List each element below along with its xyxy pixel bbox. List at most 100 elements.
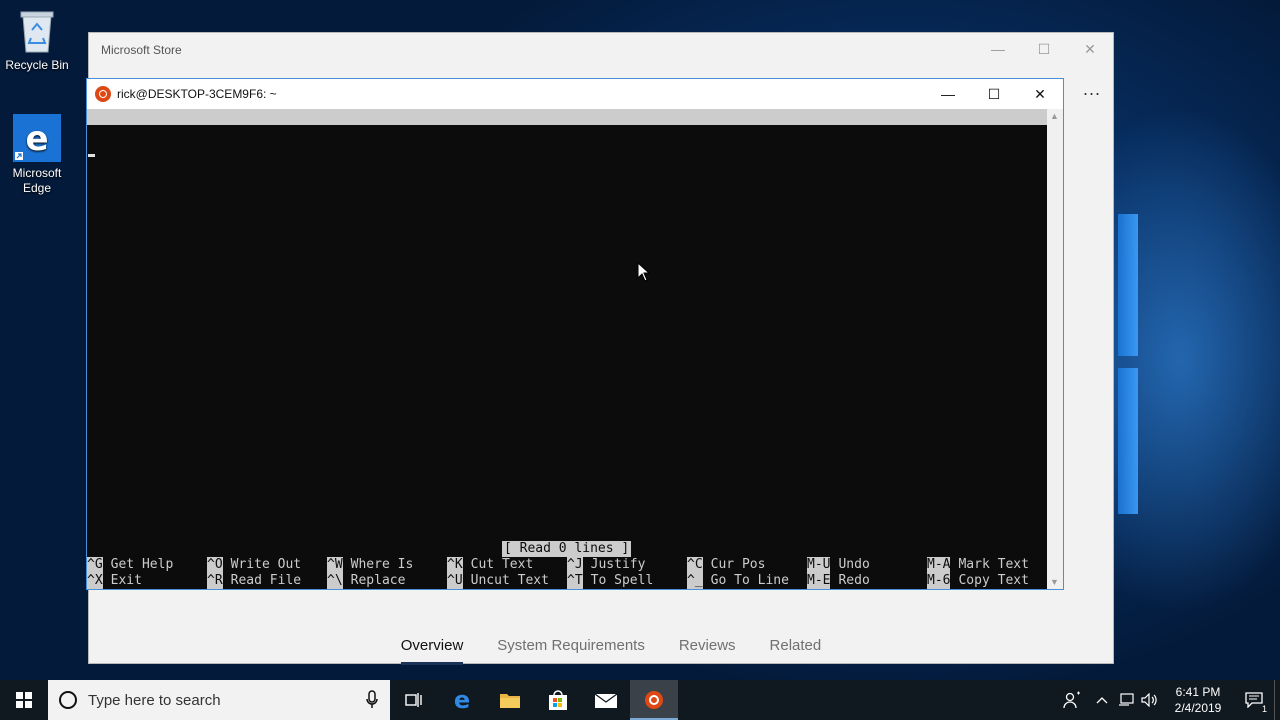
show-desktop-button[interactable] [1274,680,1280,720]
terminal-screen[interactable]: GNU nano 2.9.3 test [ Read 0 lines ] ^G G… [87,109,1047,589]
terminal-maximize-button[interactable]: ☐ [971,79,1017,109]
shortcut-get-help: ^G Get Help [87,557,173,573]
cortana-icon [59,691,77,709]
shortcut-justify: ^J Justify [567,557,645,573]
shortcut-replace: ^\ Replace [327,573,405,589]
shortcut-label: Exit [110,573,142,588]
shortcut-label: Mark Text [958,557,1029,572]
store-titlebar[interactable]: Microsoft Store [89,33,1113,67]
mail-icon [594,693,618,708]
show-hidden-icons-chevron-icon[interactable] [1090,680,1114,720]
folder-icon [500,694,520,708]
taskbar-clock[interactable]: 6:41 PM 2/4/2019 [1162,684,1234,716]
wallpaper-logo-pane-bottom [1118,368,1138,514]
clock-time: 6:41 PM [1175,685,1221,699]
shortcut-uncut-text: ^U Uncut Text [447,573,549,589]
shortcut-key: ^U [447,573,463,589]
desktop-icon-edge[interactable]: e Microsoft Edge [0,114,74,196]
edge-icon: e [454,689,470,711]
start-button[interactable] [0,680,48,720]
taskbar-file-explorer-button[interactable] [486,680,534,720]
shortcut-label: Replace [350,573,406,588]
shortcut-key: ^C [687,557,703,573]
people-icon[interactable] [1054,680,1090,720]
svg-text:e: e [25,119,48,159]
shortcut-label: Redo [838,573,870,588]
task-view-icon [405,693,422,707]
terminal-minimize-button[interactable]: — [925,79,971,109]
recycle-bin-label: Recycle Bin [5,58,69,72]
shortcut-key: M-A [927,557,951,573]
terminal-window-controls: — ☐ ✕ [925,79,1063,109]
shortcut-key: ^G [87,557,103,573]
store-maximize-button[interactable]: ☐ [1021,33,1067,65]
shortcut-key: M-6 [927,573,951,589]
shortcut-key: M-U [807,557,831,573]
edge-label: Microsoft Edge [12,166,62,195]
shortcut-label: Cur Pos [710,557,766,572]
shortcut-label: Undo [838,557,870,572]
action-center-button[interactable]: 1 [1234,680,1274,720]
shortcut-to-spell: ^T To Spell [567,573,653,589]
tab-related[interactable]: Related [770,629,822,665]
taskbar-store-button[interactable] [534,680,582,720]
terminal-title: rick@DESKTOP-3CEM9F6: ~ [117,87,277,101]
shortcut-go-to-line: ^_ Go To Line [687,573,789,589]
shortcut-label: Uncut Text [470,573,549,588]
taskbar-search-box[interactable]: Type here to search [48,680,390,720]
scroll-up-arrow-icon[interactable]: ▲ [1050,111,1059,121]
shortcut-key: M-E [807,573,831,589]
mouse-pointer-icon [637,262,651,282]
taskbar-ubuntu-button[interactable] [630,680,678,720]
desktop-icon-recycle-bin[interactable]: Recycle Bin [0,8,74,73]
shortcut-label: To Spell [590,573,654,588]
shortcut-label: Copy Text [958,573,1029,588]
shortcut-key: ^X [87,573,103,589]
store-minimize-button[interactable]: — [975,33,1021,65]
svg-text:e: e [454,689,470,711]
task-view-button[interactable] [390,680,438,720]
shortcut-key: ^W [327,557,343,573]
shortcut-undo: M-U Undo [807,557,870,573]
taskbar-mail-button[interactable] [582,680,630,720]
store-close-button[interactable]: ✕ [1067,33,1113,65]
shortcut-key: ^K [447,557,463,573]
tab-system-requirements[interactable]: System Requirements [497,629,645,665]
store-more-button[interactable]: ... [1083,79,1101,100]
shortcut-read-file: ^R Read File [207,573,301,589]
shortcut-key: ^_ [687,573,703,589]
terminal-titlebar[interactable]: rick@DESKTOP-3CEM9F6: ~ — ☐ ✕ [87,79,1063,109]
nano-header: GNU nano 2.9.3 test [87,109,1047,156]
taskbar-edge-button[interactable]: e [438,680,486,720]
search-placeholder: Type here to search [88,691,221,709]
taskbar: Type here to search e 6:41 PM 2/4/2019 1 [0,680,1280,720]
volume-icon[interactable] [1138,680,1162,720]
shortcut-redo: M-E Redo [807,573,870,589]
nano-filename: test [575,141,607,156]
microphone-icon[interactable] [366,690,378,710]
windows-logo-icon [16,692,32,708]
notification-count-badge: 1 [1260,704,1268,714]
store-title: Microsoft Store [101,43,182,57]
edge-icon: e [13,114,61,162]
terminal-close-button[interactable]: ✕ [1017,79,1063,109]
wallpaper-logo-pane-top [1118,214,1138,356]
shortcut-copy-text: M-6 Copy Text [927,573,1029,589]
shortcut-key: ^J [567,557,583,573]
shortcut-key: ^O [207,557,223,573]
shortcut-label: Justify [590,557,646,572]
nano-status: [ Read 0 lines ] [502,541,632,557]
shortcut-label: Write Out [230,557,302,572]
shortcut-key: ^\ [327,573,343,589]
terminal-scrollbar[interactable]: ▲ ▼ [1047,109,1063,589]
shortcut-key: ^R [207,573,223,589]
shortcut-cur-pos: ^C Cur Pos [687,557,765,573]
shortcut-mark-text: M-A Mark Text [927,557,1029,573]
tab-reviews[interactable]: Reviews [679,629,736,665]
store-tabs: Overview System Requirements Reviews Rel… [89,629,1113,665]
text-cursor [88,154,95,157]
tab-overview[interactable]: Overview [400,629,463,665]
scroll-down-arrow-icon[interactable]: ▼ [1050,577,1059,587]
shortcut-where-is: ^W Where Is [327,557,413,573]
network-icon[interactable] [1114,680,1138,720]
